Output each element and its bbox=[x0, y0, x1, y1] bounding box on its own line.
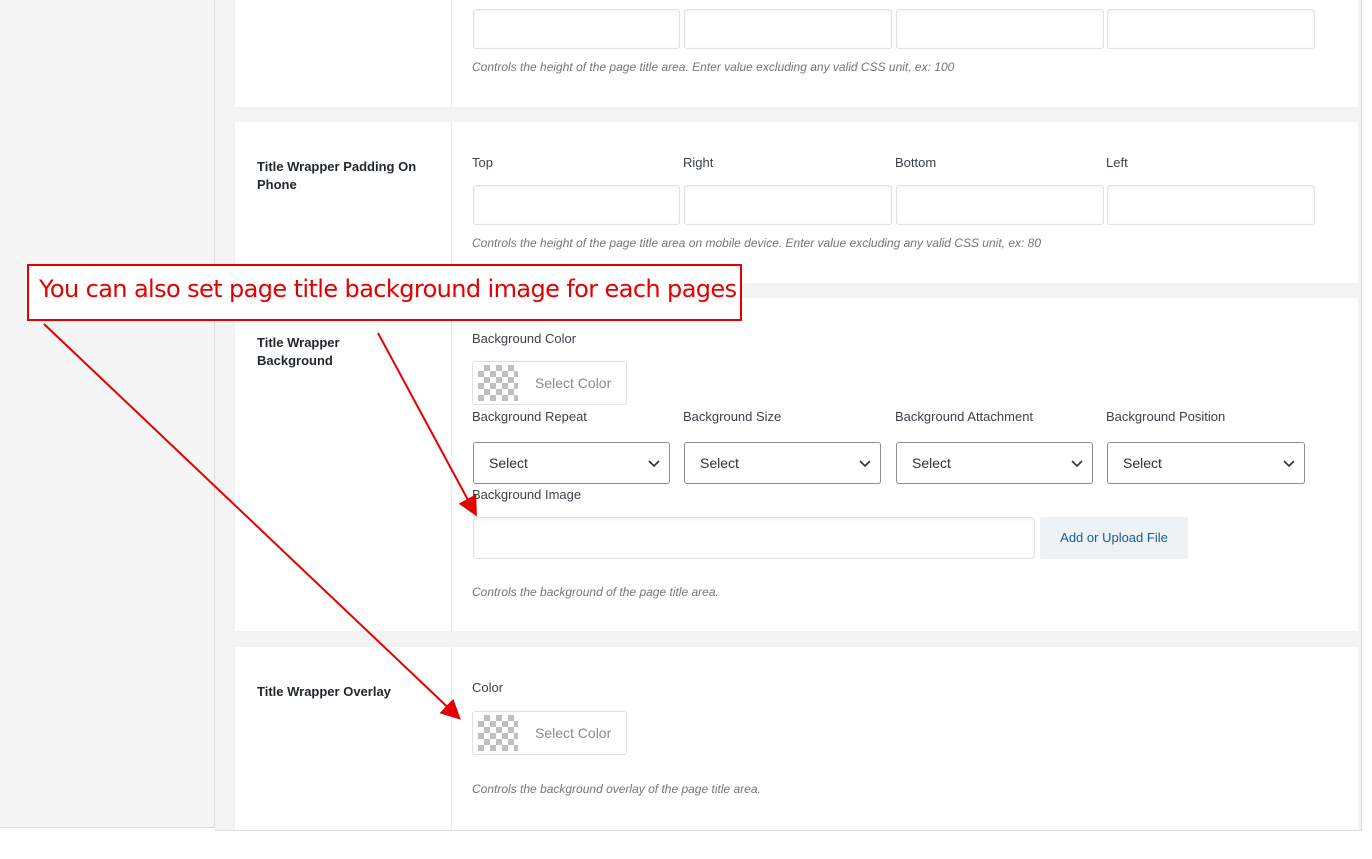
arrow-to-background-image bbox=[377, 332, 477, 517]
annotation-arrows bbox=[43, 323, 477, 720]
arrow-to-overlay-color bbox=[43, 323, 461, 720]
